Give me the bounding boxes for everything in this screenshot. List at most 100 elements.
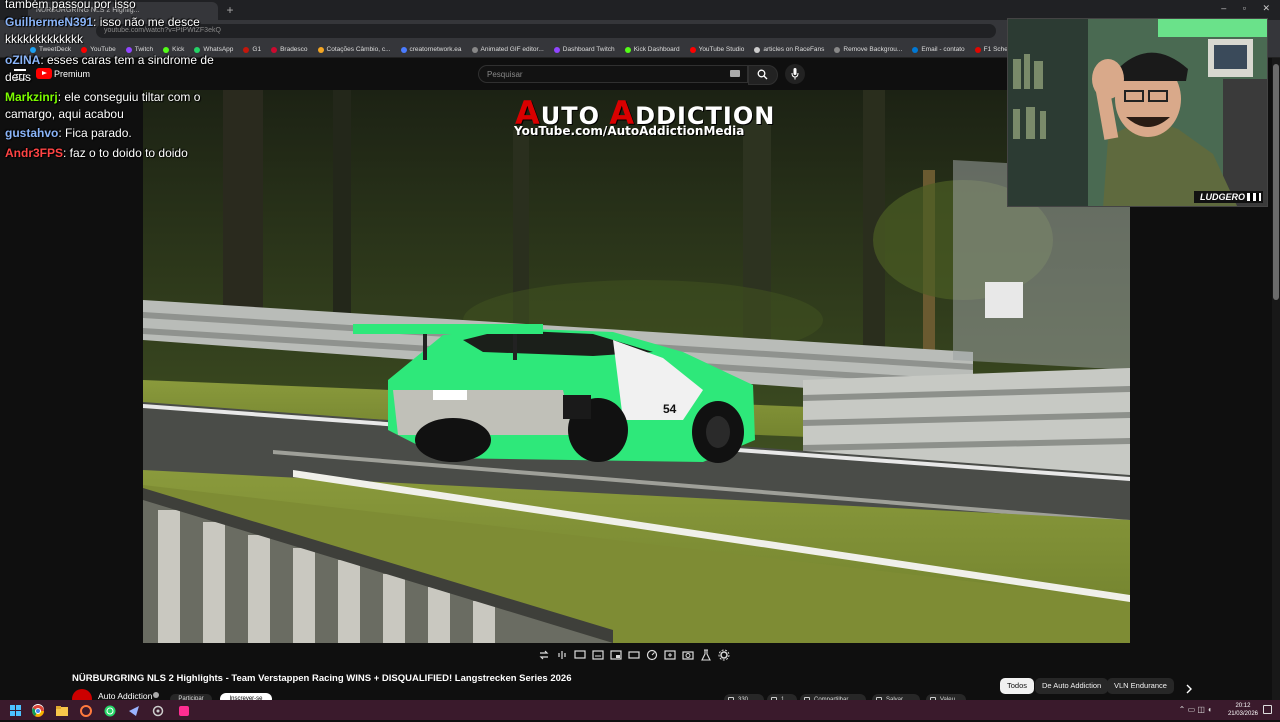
screen-share-icon[interactable] [574, 649, 586, 661]
chrome-icon[interactable] [32, 704, 44, 717]
close-icon[interactable]: ✕ [1262, 3, 1270, 13]
file-explorer-icon[interactable] [56, 704, 68, 716]
webcam-scene [1008, 19, 1267, 206]
bookmark-label: Animated GIF editor... [480, 46, 544, 53]
search-button[interactable] [748, 65, 778, 85]
microphone-icon [791, 68, 799, 80]
bookmark-label: YouTube Studio [698, 46, 745, 53]
bookmark-icon [834, 46, 841, 53]
scrollbar-thumb[interactable] [1273, 64, 1279, 300]
screenshot-icon[interactable] [682, 649, 694, 661]
bookmark-label: Remove Backgrou... [843, 46, 903, 53]
bookmark-icon [271, 46, 278, 53]
address-bar[interactable]: youtube.com/watch?v=PtPWtZF3ekQ [96, 24, 996, 38]
bookmark-label: Bradesco [280, 46, 308, 53]
bookmark-icon [974, 46, 981, 53]
bookmark-label: Dashboard Twitch [562, 46, 615, 53]
bookmark-item[interactable]: Kick Dashboard [624, 46, 680, 53]
watermark-channel-url: YouTube.com/AutoAddictionMedia [514, 124, 745, 138]
bookmark-item[interactable]: creatornetwork.ea [400, 46, 462, 53]
bookmark-item[interactable]: Dashboard Twitch [553, 46, 615, 53]
clock-time: 20:12 [1235, 703, 1251, 709]
chat-message: oZINA: esses caras tem a sindrome de deu… [5, 52, 215, 86]
search-icon [757, 69, 768, 80]
windows-taskbar: ⌃ ▭ ◫ ◖ 20:12 21/03/2026 [0, 700, 1280, 720]
bookmark-item[interactable]: YouTube Studio [689, 46, 745, 53]
windows-start-icon[interactable] [10, 704, 22, 716]
chip-vln-endurance[interactable]: VLN Endurance [1107, 678, 1174, 694]
chat-username: Andr3FPS [5, 146, 64, 160]
lab-icon[interactable] [700, 649, 712, 661]
bookmark-icon [471, 46, 478, 53]
clip-icon[interactable] [664, 649, 676, 661]
chat-message: Markzinrj: ele conseguiu tiltar com o ca… [5, 89, 215, 123]
chat-text: : faz o to doido to doido [63, 146, 188, 160]
notification-icon[interactable] [1263, 705, 1272, 714]
bookmark-item[interactable]: Remove Backgrou... [834, 46, 902, 53]
bookmark-label: Email - contato [921, 46, 965, 53]
chat-message: também passou por isso [5, 0, 215, 13]
bookmark-icon [243, 46, 250, 53]
bookmark-item[interactable]: Email - contato [912, 46, 965, 53]
chat-text: : Fica parado. [58, 126, 132, 140]
bookmark-icon [689, 46, 696, 53]
bookmark-item[interactable]: Cotações Câmbio, c... [317, 46, 391, 53]
bookmark-icon [317, 46, 324, 53]
bookmark-icon [553, 46, 560, 53]
chat-overlay: também passou por isso GuilhermeN391: iss… [0, 0, 215, 170]
app-pink-icon[interactable] [178, 704, 190, 716]
chevron-right-icon[interactable] [1184, 681, 1194, 694]
whatsapp-icon[interactable] [104, 704, 116, 717]
voice-search-button[interactable] [785, 64, 805, 84]
chat-message: gustahvo: Fica parado. [5, 125, 215, 142]
video-frame-scene [143, 90, 1130, 643]
miniplayer-icon[interactable] [610, 649, 622, 661]
keyboard-icon[interactable] [730, 70, 740, 77]
bookmark-item[interactable]: articles on RaceFans [754, 46, 824, 53]
speed-icon[interactable] [646, 649, 658, 661]
bookmark-label: articles on RaceFans [763, 46, 825, 53]
taskbar-clock[interactable]: 20:12 21/03/2026 [1228, 702, 1258, 718]
clock-date: 21/03/2026 [1227, 711, 1258, 717]
video-player[interactable]: AUTO ADDICTION YouTube.com/AutoAddiction… [143, 90, 1130, 643]
bookmark-item[interactable]: Animated GIF editor... [471, 46, 544, 53]
bookmark-icon [400, 46, 407, 53]
theater-mode-icon[interactable] [628, 649, 640, 661]
chip-all[interactable]: Todos [1000, 678, 1035, 694]
bookmark-item[interactable]: Bradesco [271, 46, 308, 53]
verified-icon [153, 692, 159, 698]
bookmark-icon [624, 46, 631, 53]
chat-username: gustahvo [5, 126, 59, 140]
chat-username: GuilhermeN391 [5, 15, 94, 29]
bookmark-label: Kick Dashboard [633, 46, 680, 53]
bookmark-label: G1 [252, 46, 262, 53]
window-controls: – ▫ ✕ [1207, 3, 1270, 14]
settings-gear-icon[interactable] [718, 649, 730, 661]
loop-icon[interactable] [538, 649, 550, 661]
bookmark-icon [754, 46, 761, 53]
audio-icon[interactable] [556, 649, 568, 661]
settings-app-icon[interactable] [152, 704, 164, 717]
search-input[interactable]: Pesquisar [478, 65, 748, 83]
chat-message: Andr3FPS: faz o to doido to doido [5, 145, 215, 162]
app-orange-icon[interactable] [80, 704, 92, 717]
restore-icon[interactable]: ▫ [1243, 3, 1246, 13]
chat-text: também passou por isso [5, 0, 136, 11]
minimize-icon[interactable]: – [1221, 3, 1226, 13]
bookmark-item[interactable]: G1 [243, 46, 261, 53]
chat-username: oZINA [5, 53, 41, 67]
chip-from-channel[interactable]: De Auto Addiction [1035, 678, 1109, 694]
player-controls [538, 649, 730, 663]
system-tray-icons[interactable]: ⌃ ▭ ◫ ◖ [1179, 705, 1212, 714]
video-title: NÜRBURGRING NLS 2 Highlights - Team Vers… [72, 673, 572, 684]
webcam-overlay: LUDGERO [1007, 18, 1268, 207]
new-tab-icon[interactable]: + [222, 2, 238, 18]
subtitles-icon[interactable] [592, 649, 604, 661]
chat-username: Markzinrj [5, 90, 58, 104]
bookmark-label: Cotações Câmbio, c... [326, 46, 391, 53]
streaming-app-icon[interactable] [128, 704, 140, 716]
chat-message: GuilhermeN391: isso não me desce kkkkkkk… [5, 14, 215, 48]
webcam-badge: LUDGERO [1194, 191, 1263, 203]
bookmark-label: creatornetwork.ea [409, 46, 462, 53]
bookmark-icon [912, 46, 919, 53]
